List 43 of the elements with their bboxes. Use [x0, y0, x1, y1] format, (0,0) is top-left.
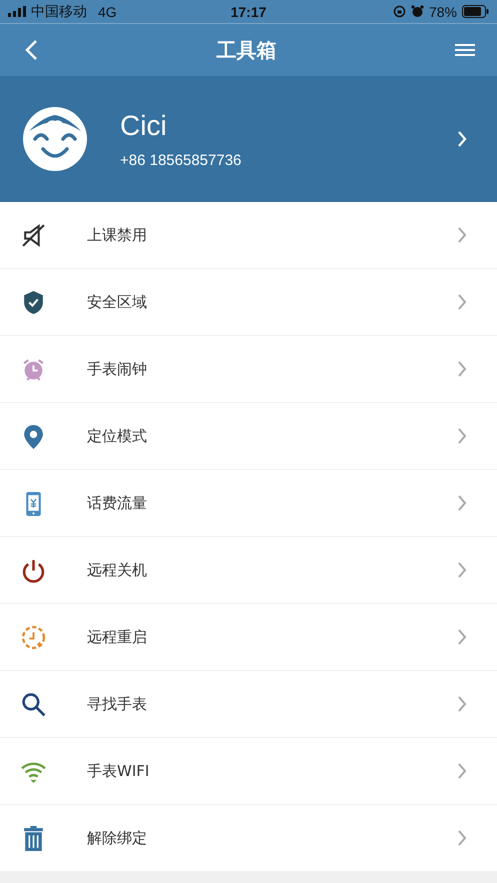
restart-icon [21, 624, 46, 650]
trash-icon [21, 826, 46, 850]
tool-menu-item[interactable]: 上课禁用 [0, 202, 497, 268]
tool-menu-item[interactable]: 远程重启 [0, 604, 497, 670]
signal-icon [8, 6, 26, 17]
chevron-icon [457, 428, 467, 444]
tool-menu-item[interactable]: 手表WIFI [0, 738, 497, 804]
chevron-icon [457, 629, 467, 645]
page-title: 工具箱 [216, 36, 276, 64]
location-pin-icon [21, 424, 46, 448]
tool-menu-item[interactable]: 定位模式 [0, 403, 497, 469]
alarm-icon [410, 5, 424, 18]
chevron-icon [457, 562, 467, 578]
chevron-icon [457, 830, 467, 846]
alarm-clock-icon [21, 356, 46, 382]
tool-menu-item[interactable]: 手表闹钟 [0, 336, 497, 402]
chevron-icon [457, 696, 467, 712]
battery-percent: 78% [428, 4, 457, 20]
menu-button[interactable] [455, 44, 475, 56]
chevron-icon [457, 227, 467, 243]
tool-menu-item[interactable]: 解除绑定 [0, 805, 497, 871]
battery-icon [462, 5, 489, 18]
shield-icon [21, 290, 46, 314]
user-name: Cici [120, 110, 168, 142]
search-icon [21, 692, 46, 716]
network-type: 4G [98, 4, 117, 20]
chevron-icon [457, 294, 467, 310]
tool-menu-item[interactable]: 远程关机 [0, 537, 497, 603]
tool-menu-item[interactable]: 安全区域 [0, 269, 497, 335]
chevron-icon [457, 763, 467, 779]
avatar-icon [23, 107, 87, 171]
power-icon [21, 558, 46, 582]
chevron-icon[interactable] [457, 131, 467, 147]
mute-icon [21, 222, 46, 248]
tool-menu-item[interactable]: 话费流量 [0, 470, 497, 536]
rotation-lock-icon [392, 5, 406, 18]
phone-number: +86 18565857736 [120, 152, 242, 168]
carrier-name: 中国移动 [31, 2, 87, 20]
tool-menu-item[interactable]: 寻找手表 [0, 671, 497, 737]
chevron-icon [457, 361, 467, 377]
clock-time: 17:17 [230, 4, 266, 20]
chevron-icon [457, 495, 467, 511]
back-button[interactable] [24, 39, 38, 61]
